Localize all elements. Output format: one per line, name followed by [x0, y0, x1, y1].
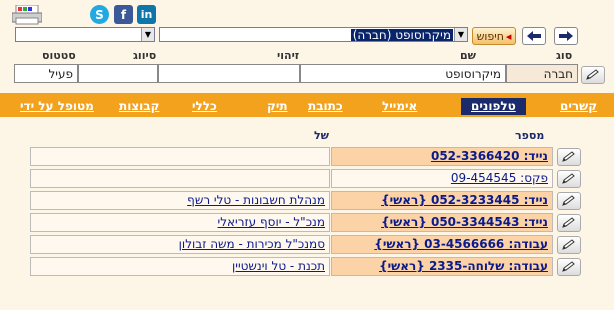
- filter-select[interactable]: ▼: [15, 27, 155, 42]
- arrow-right-icon: [559, 31, 573, 41]
- skype-label: S: [95, 7, 104, 22]
- owner-cell: [30, 147, 330, 166]
- owner-link[interactable]: תכנת - טל וינשטיין: [232, 259, 325, 273]
- pencil-icon: [586, 69, 599, 80]
- pencil-icon: [562, 239, 575, 250]
- table-row: נייד: 052-3366420: [30, 147, 583, 166]
- header-class-label: סיווג: [133, 49, 157, 62]
- entity-selected-value: מיקרוסופט (חברה): [350, 28, 453, 42]
- phone-number-cell: נייד: 050-3344543 {ראשי}: [331, 213, 553, 232]
- entity-select[interactable]: ▼ מיקרוסופט (חברה): [159, 27, 468, 42]
- facebook-label: f: [120, 7, 127, 22]
- edit-header-button[interactable]: [581, 66, 605, 84]
- pencil-icon: [562, 151, 575, 162]
- edit-row-button[interactable]: [557, 148, 581, 166]
- edit-row-button[interactable]: [557, 236, 581, 254]
- column-owner-header: של: [314, 129, 329, 142]
- chevron-down-icon: ▼: [454, 28, 467, 41]
- column-number-header: מספר: [515, 129, 545, 142]
- facebook-icon[interactable]: f: [114, 5, 133, 24]
- table-row: מנכ"ל - יוסף עזריאלי נייד: 050-3344543 {ר…: [30, 213, 583, 232]
- tab-groups[interactable]: קבוצות: [119, 98, 159, 115]
- tab-address[interactable]: כתובת: [308, 98, 343, 115]
- edit-row-button[interactable]: [557, 214, 581, 232]
- phone-number-link[interactable]: עבודה: 03-4566666 {ראשי}: [374, 237, 548, 251]
- table-row: סמנכ"ל מכירות - משה זבולון עבודה: 03-4566…: [30, 235, 583, 254]
- back-button[interactable]: [522, 27, 546, 45]
- header-id-label: זיהוי: [277, 49, 300, 62]
- header-status-label: סטטוס: [42, 49, 76, 62]
- phone-number-cell: פקס: 09-454545: [331, 169, 553, 188]
- search-button[interactable]: ◂ חיפוש: [472, 27, 516, 45]
- table-row: מנהלת חשבונות - טלי רשף נייד: 052-3233445…: [30, 191, 583, 210]
- chevron-down-icon: ▼: [141, 28, 154, 41]
- table-row: תכנת - טל וינשטיין עבודה: שלוחה-2335 {ראש…: [30, 257, 583, 276]
- forward-button[interactable]: [554, 27, 578, 45]
- class-field: [78, 64, 158, 83]
- tab-contacts[interactable]: קשרים: [560, 98, 597, 115]
- owner-cell: סמנכ"ל מכירות - משה זבולון: [30, 235, 330, 254]
- phone-number-link[interactable]: נייד: 052-3233445 {ראשי}: [381, 193, 548, 207]
- tab-file[interactable]: תיק: [267, 98, 288, 115]
- tab-general[interactable]: כללי: [192, 98, 217, 115]
- owner-cell: מנהלת חשבונות - טלי רשף: [30, 191, 330, 210]
- owner-cell: תכנת - טל וינשטיין: [30, 257, 330, 276]
- phone-number-cell: נייד: 052-3233445 {ראשי}: [331, 191, 553, 210]
- phone-number-cell: עבודה: 03-4566666 {ראשי}: [331, 235, 553, 254]
- owner-cell: מנכ"ל - יוסף עזריאלי: [30, 213, 330, 232]
- pencil-icon: [562, 195, 575, 206]
- owner-link[interactable]: מנכ"ל - יוסף עזריאלי: [218, 215, 325, 229]
- pencil-icon: [562, 173, 575, 184]
- pencil-icon: [562, 261, 575, 272]
- owner-link[interactable]: סמנכ"ל מכירות - משה זבולון: [179, 237, 325, 251]
- owner-link[interactable]: מנהלת חשבונות - טלי רשף: [187, 193, 325, 207]
- edit-row-button[interactable]: [557, 258, 581, 276]
- tab-phones[interactable]: טלפונים: [461, 98, 526, 115]
- phone-number-link[interactable]: נייד: 050-3344543 {ראשי}: [381, 215, 548, 229]
- phone-number-cell: עבודה: שלוחה-2335 {ראשי}: [331, 257, 553, 276]
- table-row: פקס: 09-454545: [30, 169, 583, 188]
- status-field: פעיל: [14, 64, 78, 83]
- arrow-icon: ◂: [505, 29, 512, 43]
- name-field: מיקרוסופט: [300, 64, 506, 83]
- id-field: [158, 64, 300, 83]
- printer-icon[interactable]: [11, 4, 43, 25]
- edit-row-button[interactable]: [557, 170, 581, 188]
- search-button-label: חיפוש: [476, 29, 504, 43]
- header-name-label: שם: [460, 49, 477, 62]
- phone-number-link[interactable]: פקס: 09-454545: [451, 171, 548, 185]
- phone-number-cell: נייד: 052-3366420: [331, 147, 553, 166]
- owner-cell: [30, 169, 330, 188]
- tab-email[interactable]: אימייל: [382, 98, 417, 115]
- linkedin-icon[interactable]: in: [137, 5, 156, 24]
- linkedin-label: in: [140, 8, 153, 21]
- edit-row-button[interactable]: [557, 192, 581, 210]
- tab-handled-by[interactable]: מטופל על ידי: [20, 98, 94, 115]
- arrow-left-icon: [527, 31, 541, 41]
- header-type-label: סוג: [556, 49, 573, 62]
- phone-number-link[interactable]: נייד: 052-3366420: [431, 149, 548, 163]
- type-field: חברה: [506, 64, 578, 83]
- skype-icon[interactable]: S: [90, 5, 109, 24]
- phone-number-link[interactable]: עבודה: שלוחה-2335 {ראשי}: [379, 259, 548, 273]
- pencil-icon: [562, 217, 575, 228]
